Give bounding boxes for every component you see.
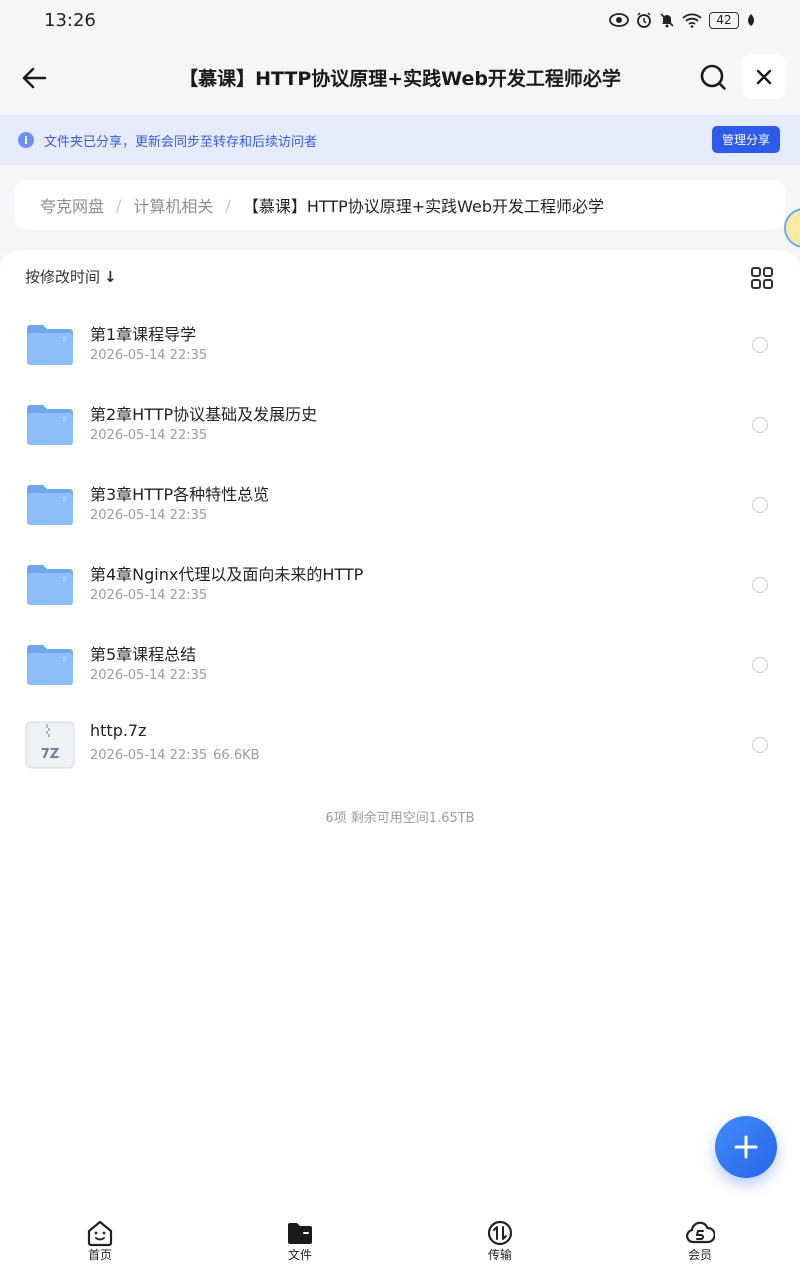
nav-label-vip: 会员 (687, 1248, 712, 1262)
breadcrumb-item-root[interactable]: 夸克网盘 (40, 193, 104, 217)
folder-icon (27, 325, 73, 365)
wifi-icon (682, 13, 702, 28)
list-item[interactable]: 第4章Nginx代理以及面向未来的HTTP 2026-05-14 22:35 (0, 545, 800, 625)
folder-icon (288, 1223, 312, 1244)
file-date: 2026-05-14 22:35 (90, 508, 208, 523)
share-banner: i 文件夹已分享，更新会同步至转存和后续访问者 管理分享 (0, 115, 800, 165)
file-meta: 2026-05-14 22:35 (90, 348, 207, 363)
file-size: 66.6KB (213, 748, 260, 763)
grid-view-toggle[interactable] (750, 266, 774, 290)
file-meta: 2026-05-14 22:35 (90, 508, 207, 523)
file-date: 2026-05-14 22:35 (90, 588, 208, 603)
file-name: 第3章HTTP各种特性总览 (90, 485, 270, 504)
close-icon (756, 69, 772, 85)
status-bar: 13:26 42 (0, 0, 800, 40)
sort-button[interactable]: 按修改时间 ↓ (25, 266, 117, 287)
file-date: 2026-05-14 22:35 (90, 348, 208, 363)
file-meta: 2026-05-14 22:35 (90, 428, 207, 443)
nav-item-vip[interactable]: 会员 (600, 1210, 800, 1280)
select-checkbox[interactable] (752, 737, 768, 753)
share-banner-text: 文件夹已分享，更新会同步至转存和后续访问者 (44, 134, 318, 150)
archive-7z-icon: 7Z (25, 721, 75, 769)
file-date: 2026-05-14 22:35 (90, 748, 208, 763)
nav-label-files: 文件 (287, 1248, 312, 1262)
bottom-nav: 首页 文件 传输 会员 (0, 1210, 800, 1280)
folder-icon (27, 565, 73, 605)
arrow-left-icon (22, 67, 47, 89)
nav-label-transfer: 传输 (487, 1248, 512, 1262)
list-item[interactable]: 第3章HTTP各种特性总览 2026-05-14 22:35 (0, 465, 800, 545)
header: 【慕课】HTTP协议原理+实践Web开发工程师必学 (0, 40, 800, 114)
file-name: 第5章课程总结 (90, 645, 197, 664)
alarm-icon (637, 12, 651, 28)
select-checkbox[interactable] (752, 417, 768, 433)
eye-icon (609, 13, 629, 27)
archive-badge: 7Z (41, 747, 59, 762)
plus-icon (734, 1135, 758, 1159)
file-name: http.7z (90, 721, 147, 740)
status-icons: 42 (609, 11, 756, 29)
nav-label-home: 首页 (87, 1248, 112, 1262)
cloud-vip-icon (686, 1221, 715, 1244)
file-meta: 2026-05-14 22:35 66.6KB (90, 748, 260, 763)
select-checkbox[interactable] (752, 577, 768, 593)
battery-icon: 42 (709, 11, 739, 29)
folder-icon (27, 405, 73, 445)
page-title: 【慕课】HTTP协议原理+实践Web开发工程师必学 (179, 68, 621, 90)
back-button[interactable] (18, 62, 50, 94)
manage-share-button[interactable]: 管理分享 (711, 126, 780, 153)
nav-item-home[interactable]: 首页 (0, 1210, 200, 1280)
search-button[interactable] (697, 61, 729, 93)
select-checkbox[interactable] (752, 497, 768, 513)
breadcrumb: 夸克网盘 / 计算机相关 / 【慕课】HTTP协议原理+实践Web开发工程师必学 (15, 180, 785, 230)
file-name: 第4章Nginx代理以及面向未来的HTTP (90, 565, 364, 584)
sort-label: 按修改时间 (25, 268, 101, 286)
floating-assistant-bubble[interactable] (784, 208, 800, 248)
breadcrumb-item-parent[interactable]: 计算机相关 (133, 193, 213, 217)
grid-icon (751, 267, 773, 289)
transfer-icon (487, 1220, 513, 1246)
file-name: 第1章课程导学 (90, 325, 197, 344)
list-item[interactable]: 第1章课程导学 2026-05-14 22:35 (0, 305, 800, 385)
folder-icon (27, 645, 73, 685)
nav-item-files[interactable]: 文件 (200, 1210, 400, 1280)
info-icon: i (18, 132, 34, 148)
add-button[interactable] (715, 1116, 777, 1178)
breadcrumb-separator: / (225, 195, 231, 215)
select-checkbox[interactable] (752, 657, 768, 673)
folder-icon (27, 485, 73, 525)
select-checkbox[interactable] (752, 337, 768, 353)
home-face-icon (87, 1220, 113, 1247)
nav-item-transfer[interactable]: 传输 (400, 1210, 600, 1280)
file-list-panel: 按修改时间 ↓ 第1章课程导学 2026-05-14 22:35 第2章HTTP… (0, 250, 800, 1210)
search-icon (700, 64, 726, 90)
status-time: 13:26 (44, 9, 96, 31)
close-button[interactable] (742, 55, 786, 99)
sort-arrow-icon: ↓ (104, 267, 117, 286)
list-item[interactable]: 第5章课程总结 2026-05-14 22:35 (0, 625, 800, 705)
bell-off-icon (660, 13, 674, 28)
breadcrumb-current: 【慕课】HTTP协议原理+实践Web开发工程师必学 (242, 197, 605, 216)
file-date: 2026-05-14 22:35 (90, 668, 208, 683)
file-list: 第1章课程导学 2026-05-14 22:35 第2章HTTP协议基础及发展历… (0, 305, 800, 785)
file-date: 2026-05-14 22:35 (90, 428, 208, 443)
file-meta: 2026-05-14 22:35 (90, 588, 207, 603)
storage-summary: 6项 剩余可用空间1.65TB (325, 811, 475, 826)
file-meta: 2026-05-14 22:35 (90, 668, 207, 683)
breadcrumb-separator: / (116, 195, 122, 215)
list-item[interactable]: 第2章HTTP协议基础及发展历史 2026-05-14 22:35 (0, 385, 800, 465)
file-name: 第2章HTTP协议基础及发展历史 (90, 405, 318, 424)
leaf-icon (748, 14, 754, 26)
list-item[interactable]: 7Z http.7z 2026-05-14 22:35 66.6KB (0, 705, 800, 785)
